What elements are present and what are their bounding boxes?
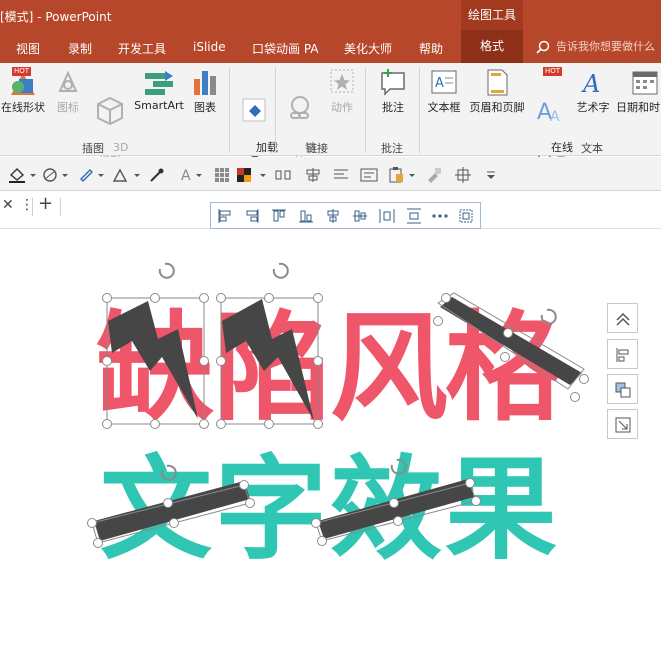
tab-help[interactable]: 帮助	[419, 40, 443, 57]
distribute-icon[interactable]	[275, 167, 291, 183]
link-icon	[290, 96, 309, 119]
svg-text:A: A	[435, 76, 444, 91]
tab-format[interactable]: 格式	[461, 30, 523, 63]
powerpoint-window: [模式] - PowerPoint 绘图工具 视图 录制 开发工具 iSlide…	[0, 0, 661, 655]
chart-icon	[194, 71, 216, 95]
group-label-text: 文本	[581, 142, 603, 155]
header-footer-icon	[487, 69, 508, 96]
layers-icon	[615, 382, 631, 398]
title-bar: [模式] - PowerPoint 绘图工具	[0, 0, 661, 30]
textbox-button[interactable]: A 文本框	[424, 67, 464, 115]
grid-icon[interactable]	[214, 167, 230, 183]
quick-format-toolbar: A	[0, 157, 661, 191]
more-options-icon[interactable]	[431, 208, 449, 224]
header-footer-button[interactable]: 页眉和页脚	[466, 67, 528, 115]
shape-effects-icon[interactable]	[42, 167, 70, 183]
shape-outline-icon[interactable]	[78, 167, 106, 183]
arrange-icon[interactable]	[112, 167, 142, 183]
group-objects-icon[interactable]	[458, 208, 474, 224]
icons-icon	[58, 70, 78, 92]
hot-badge: HOT	[543, 67, 563, 76]
group-separator	[419, 67, 420, 153]
lightning-bolt-shape	[222, 299, 314, 421]
align-center-v-icon[interactable]	[352, 208, 368, 224]
svg-text:A: A	[581, 70, 600, 97]
font-color-icon[interactable]: A	[180, 167, 208, 183]
slash-bar-shape	[440, 297, 582, 385]
align-top-icon[interactable]	[271, 208, 287, 224]
chevron-up-icon	[616, 312, 630, 326]
ribbon-insert: 在线形状 HOT 图标 3D 模型 SmartArt 图表	[0, 63, 661, 168]
shape-fill-icon[interactable]	[8, 167, 38, 183]
wordart-icon: A	[581, 70, 600, 97]
chart-button[interactable]: 图表	[188, 67, 222, 115]
cube-icon	[97, 96, 123, 125]
align-right-icon[interactable]	[244, 208, 260, 224]
hot-badge: HOT	[12, 67, 32, 76]
group-separator	[365, 67, 366, 153]
toolbar-overflow-icon[interactable]	[485, 167, 497, 183]
tell-me-placeholder: 告诉我你想要做什么	[556, 40, 655, 53]
align-middle-icon[interactable]	[325, 208, 341, 224]
eyedropper-icon[interactable]	[148, 167, 166, 183]
group-label-illustrations: 插图	[82, 142, 104, 155]
svg-text:A: A	[550, 109, 560, 125]
align-left-icon[interactable]	[217, 208, 233, 224]
action-button[interactable]: 动作	[324, 67, 360, 115]
resize-options-button[interactable]	[607, 409, 638, 439]
comment-icon	[381, 69, 405, 96]
resize-icon	[615, 417, 631, 433]
arrange-options-button[interactable]	[607, 374, 638, 404]
tab-islide[interactable]: iSlide	[193, 40, 226, 54]
calendar-icon	[632, 71, 658, 95]
align-toolbar	[210, 202, 481, 229]
online-shapes-button[interactable]: 在线形状 HOT	[0, 67, 46, 115]
group-separator	[275, 67, 276, 153]
group-separator	[229, 67, 230, 153]
datetime-button[interactable]: 日期和时	[616, 67, 661, 115]
tab-pocket-animation[interactable]: 口袋动画 PA	[252, 40, 319, 57]
tab-beautify[interactable]: 美化大师	[344, 40, 392, 57]
divider	[32, 198, 33, 216]
group-label-links: 链接	[306, 142, 328, 155]
crop-select-icon[interactable]	[455, 167, 471, 183]
store-icon	[242, 98, 266, 122]
icons-button[interactable]: 图标	[52, 67, 84, 115]
align-options-button[interactable]	[607, 339, 638, 369]
context-tab-drawing-tools: 绘图工具	[461, 0, 523, 30]
textbox-icon: A	[431, 70, 457, 94]
wordcloud-icon: AA	[537, 100, 560, 125]
window-title: [模式] - PowerPoint	[0, 10, 112, 24]
ribbon-tabs: 视图 录制 开发工具 iSlide 口袋动画 PA 美化大师 帮助 格式 告诉我…	[0, 30, 661, 63]
tab-record[interactable]: 录制	[68, 40, 92, 57]
format-painter-icon[interactable]	[426, 167, 442, 183]
align-icon	[616, 348, 629, 362]
align-center-icon[interactable]	[305, 167, 321, 183]
star-action-icon	[330, 69, 354, 93]
wordart-button[interactable]: A 艺术字	[572, 67, 614, 115]
comment-button[interactable]: 批注	[373, 67, 413, 115]
close-icon[interactable]: ✕	[2, 197, 14, 213]
lightning-bolt-shape	[108, 301, 198, 419]
textbox-small-icon[interactable]	[360, 167, 378, 183]
distribute-horizontal-icon[interactable]	[379, 208, 395, 224]
smartart-icon	[145, 71, 173, 95]
divider	[60, 198, 61, 216]
search-icon	[536, 40, 550, 54]
align-bottom-icon[interactable]	[298, 208, 314, 224]
layout-options-button[interactable]	[607, 303, 638, 333]
smartart-button[interactable]: SmartArt	[133, 67, 185, 112]
slash-bar-shape	[94, 481, 250, 541]
slide-canvas[interactable]: 缺 陷 风 格 文 字 效 果	[0, 229, 661, 655]
text-align-icon[interactable]	[333, 167, 349, 183]
svg-text:A: A	[181, 168, 191, 183]
color-swatch-icon[interactable]	[236, 167, 268, 183]
tab-view[interactable]: 视图	[16, 40, 40, 57]
add-tab-icon[interactable]: +	[38, 193, 53, 214]
group-label-comments: 批注	[381, 142, 403, 155]
tab-developer[interactable]: 开发工具	[118, 40, 166, 57]
shape-overlay	[87, 262, 589, 548]
distribute-vertical-icon[interactable]	[406, 208, 422, 224]
paste-icon[interactable]	[387, 167, 419, 183]
